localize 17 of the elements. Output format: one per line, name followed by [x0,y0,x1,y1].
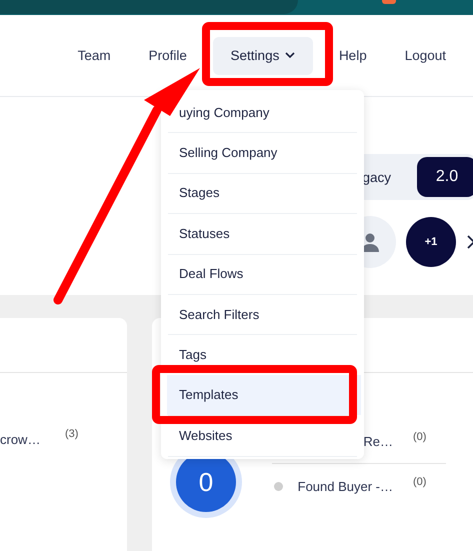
row-label: Re… [362,434,393,448]
row-label: Found Buyer -… [296,478,393,494]
row-label: crow… [0,432,42,447]
nav-link[interactable]: Team [66,48,123,63]
row-count: (3) [65,428,78,440]
toggle-option[interactable]: 2.0 [417,157,473,197]
nav-link[interactable]: Help [326,48,379,63]
caret-icon [285,52,296,59]
menu-item[interactable]: Templates [179,387,349,404]
row-count: (0) [413,476,426,488]
more-avatars-badge[interactable]: +1 [406,217,456,267]
badge-icon [382,0,396,4]
nav-link[interactable]: Logout [392,48,458,63]
chevron-icon[interactable] [466,235,473,249]
settings-menu-button[interactable]: Settings [212,36,313,74]
nav-link[interactable]: Profile [136,48,199,63]
row-count: (0) [413,431,426,443]
